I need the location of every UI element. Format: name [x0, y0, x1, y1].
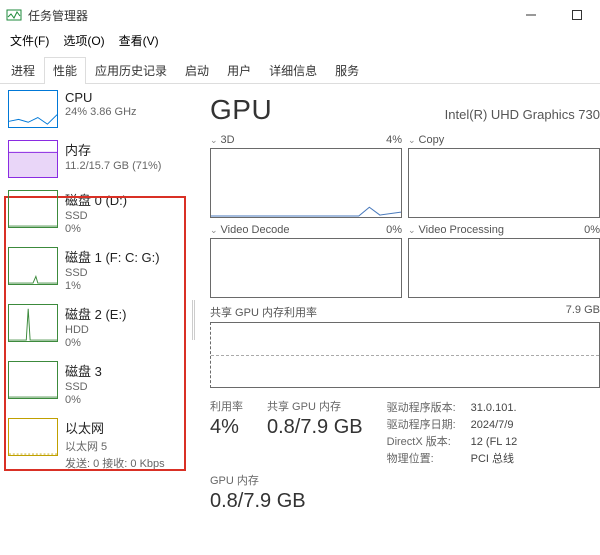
splitter-handle[interactable]: [190, 84, 196, 555]
stat-shared-value: 0.8/7.9 GB: [267, 416, 363, 439]
sidebar-item-label: 磁盘 0 (D:): [65, 190, 127, 209]
info-key: 驱动程序版本:: [387, 400, 463, 417]
perf-sidebar: CPU 24% 3.86 GHz 内存 11.2/15.7 GB (71%) 磁…: [0, 84, 190, 555]
stat-gpumem-label: GPU 内存: [210, 472, 306, 488]
sidebar-item-sub: 以太网 5: [65, 438, 165, 454]
stat-util-value: 4%: [210, 416, 243, 439]
chart-canvas: [210, 148, 402, 218]
stat-gpumem-value: 0.8/7.9 GB: [210, 490, 306, 513]
disk-spark-icon: [8, 361, 58, 399]
sidebar-item-sub: SSD: [65, 210, 127, 222]
info-val: 12 (FL 12: [471, 434, 518, 451]
disk-spark-icon: [8, 247, 58, 285]
disk-spark-icon: [8, 304, 58, 342]
maximize-button[interactable]: [554, 0, 600, 30]
disk-spark-icon: [8, 190, 58, 228]
title-bar: 任务管理器: [0, 0, 600, 30]
net-spark-icon: [8, 418, 58, 456]
tab-processes[interactable]: 进程: [2, 57, 44, 84]
sidebar-item-value: 0%: [65, 337, 126, 349]
chart-right: 7.9 GB: [566, 304, 600, 320]
sidebar-item-label: 磁盘 1 (F: C: G:): [65, 247, 160, 266]
chart-video-processing[interactable]: ⌄Video Processing 0%: [408, 224, 600, 298]
chart-3d[interactable]: ⌄3D 4%: [210, 134, 402, 218]
sidebar-item-label: CPU: [65, 90, 137, 105]
tab-bar: 进程 性能 应用历史记录 启动 用户 详细信息 服务: [0, 52, 600, 84]
sidebar-item-label: 磁盘 3: [65, 361, 102, 380]
sidebar-item-disk3[interactable]: 磁盘 3 SSD 0%: [0, 355, 190, 412]
sidebar-item-value: 0%: [65, 394, 102, 406]
menu-view[interactable]: 查看(V): [113, 30, 165, 51]
tab-startup[interactable]: 启动: [176, 57, 218, 84]
info-key: 驱动程序日期:: [387, 417, 463, 434]
sidebar-item-sub: HDD: [65, 324, 126, 336]
chevron-down-icon: ⌄: [210, 135, 218, 146]
chart-label: 共享 GPU 内存利用率: [210, 304, 317, 320]
stat-util-label: 利用率: [210, 398, 243, 414]
chart-label: Video Decode: [221, 224, 290, 236]
driver-info: 驱动程序版本: 31.0.101. 驱动程序日期: 2024/7/9 DirectX…: [387, 398, 518, 468]
sidebar-item-disk0[interactable]: 磁盘 0 (D:) SSD 0%: [0, 184, 190, 241]
memory-spark-icon: [8, 140, 58, 178]
chart-canvas: [408, 238, 600, 298]
chart-label: Copy: [419, 134, 445, 146]
app-icon: [6, 7, 22, 23]
tab-details[interactable]: 详细信息: [260, 57, 326, 84]
info-val: PCI 总线: [471, 451, 514, 468]
tab-performance[interactable]: 性能: [44, 57, 86, 84]
sidebar-item-label: 以太网: [65, 418, 165, 437]
detail-pane: GPU Intel(R) UHD Graphics 730 ⌄3D 4% ⌄Co…: [196, 84, 600, 555]
tab-users[interactable]: 用户: [218, 57, 260, 84]
chart-video-decode[interactable]: ⌄Video Decode 0%: [210, 224, 402, 298]
chevron-down-icon: ⌄: [210, 225, 218, 236]
sidebar-item-sub: 11.2/15.7 GB (71%): [65, 160, 161, 172]
sidebar-item-sub: SSD: [65, 267, 160, 279]
chart-label: 3D: [221, 134, 235, 146]
detail-title: GPU: [210, 94, 272, 126]
chart-percent: 0%: [584, 224, 600, 236]
sidebar-item-sub: 24% 3.86 GHz: [65, 106, 137, 118]
sidebar-item-disk2[interactable]: 磁盘 2 (E:) HDD 0%: [0, 298, 190, 355]
stat-shared-label: 共享 GPU 内存: [267, 398, 363, 414]
menu-options[interactable]: 选项(O): [57, 30, 110, 51]
sidebar-item-value: 发送: 0 接收: 0 Kbps: [65, 455, 165, 471]
cpu-spark-icon: [8, 90, 58, 128]
content-area: CPU 24% 3.86 GHz 内存 11.2/15.7 GB (71%) 磁…: [0, 84, 600, 555]
sidebar-item-cpu[interactable]: CPU 24% 3.86 GHz: [0, 84, 190, 134]
detail-subtitle: Intel(R) UHD Graphics 730: [415, 107, 600, 122]
menu-file[interactable]: 文件(F): [4, 30, 55, 51]
menu-bar: 文件(F) 选项(O) 查看(V): [0, 30, 600, 50]
sidebar-item-disk1[interactable]: 磁盘 1 (F: C: G:) SSD 1%: [0, 241, 190, 298]
sidebar-item-memory[interactable]: 内存 11.2/15.7 GB (71%): [0, 134, 190, 184]
sidebar-item-value: 0%: [65, 223, 127, 235]
chart-canvas: [408, 148, 600, 218]
info-val: 31.0.101.: [471, 400, 517, 417]
minimize-button[interactable]: [508, 0, 554, 30]
chart-percent: 0%: [386, 224, 402, 236]
info-key: DirectX 版本:: [387, 434, 463, 451]
chevron-down-icon: ⌄: [408, 135, 416, 146]
stats-row: 利用率 4% 共享 GPU 内存 0.8/7.9 GB 驱动程序版本: 31.0.…: [210, 398, 600, 468]
sidebar-item-label: 内存: [65, 140, 161, 159]
window-title: 任务管理器: [28, 7, 88, 24]
tab-services[interactable]: 服务: [326, 57, 368, 84]
sidebar-item-value: 1%: [65, 280, 160, 292]
chart-shared-gpu-memory: 共享 GPU 内存利用率 7.9 GB: [210, 304, 600, 388]
chart-label: Video Processing: [419, 224, 504, 236]
chart-copy[interactable]: ⌄Copy: [408, 134, 600, 218]
info-val: 2024/7/9: [471, 417, 514, 434]
chart-canvas: [210, 322, 600, 388]
tab-app-history[interactable]: 应用历史记录: [86, 57, 176, 84]
sidebar-item-ethernet[interactable]: 以太网 以太网 5 发送: 0 接收: 0 Kbps: [0, 412, 190, 477]
info-key: 物理位置:: [387, 451, 463, 468]
chevron-down-icon: ⌄: [408, 225, 416, 236]
chart-canvas: [210, 238, 402, 298]
chart-percent: 4%: [386, 134, 402, 146]
sidebar-item-sub: SSD: [65, 381, 102, 393]
sidebar-item-label: 磁盘 2 (E:): [65, 304, 126, 323]
